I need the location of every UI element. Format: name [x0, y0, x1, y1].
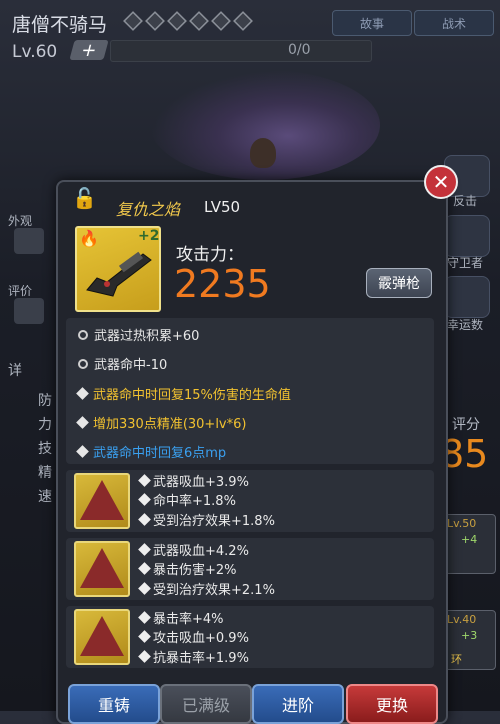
attribute-item: 武器命中时回复15%伤害的生命值: [76, 384, 291, 403]
exp-bar: [110, 40, 372, 62]
stat-defense: 防: [38, 393, 52, 409]
tab-battle[interactable]: 战术: [414, 10, 494, 36]
diamond-bullet-icon: [138, 513, 151, 526]
star-rating: [123, 11, 253, 31]
replace-button[interactable]: 更换: [346, 684, 438, 724]
gem-stat: 受到治疗效果+1.8%: [138, 510, 275, 529]
rank-diamond-icon: [145, 11, 165, 31]
gem-stat-text: 暴击伤害+2%: [153, 563, 237, 578]
gem-stat: 命中率+1.8%: [138, 490, 236, 509]
slot2-level: Lv.40: [447, 613, 477, 626]
upgrade-level: +2: [138, 228, 160, 244]
equip-slot-2[interactable]: Lv.40 +3 环: [440, 610, 496, 670]
gem-stat-text: 抗暴击率+1.9%: [153, 651, 249, 666]
gem-stat: 抗暴击率+1.9%: [138, 647, 249, 666]
gem-stat-text: 受到治疗效果+1.8%: [153, 514, 275, 529]
unlock-icon[interactable]: 🔓: [72, 186, 97, 210]
slot2-tag: 环: [451, 653, 462, 666]
sidebar-appearance-label: 外观: [8, 214, 33, 228]
attribute-item: 武器过热积累+60: [78, 325, 199, 344]
diamond-bullet-icon: [138, 630, 151, 643]
gem-stat: 武器吸血+3.9%: [138, 471, 249, 490]
chat-icon[interactable]: [14, 298, 44, 324]
gem-stat-text: 受到治疗效果+2.1%: [153, 583, 275, 598]
gem-stat-text: 暴击率+4%: [153, 612, 224, 627]
lucky-skill-icon[interactable]: [444, 276, 490, 318]
gem-stat: 暴击伤害+2%: [138, 559, 237, 578]
gem-stat: 受到治疗效果+2.1%: [138, 579, 275, 598]
stat-skill: 技: [38, 441, 52, 457]
weapon-level: LV50: [204, 198, 241, 216]
attribute-item: 武器命中时回复6点mp: [76, 442, 227, 461]
maxed-button: 已满级: [160, 684, 252, 724]
close-button[interactable]: ✕: [424, 165, 458, 199]
hero-avatar: [250, 138, 276, 168]
gear-icon: [78, 358, 88, 369]
hero-name: 唐僧不骑马: [12, 14, 108, 36]
attack-value: 2235: [174, 262, 271, 306]
fire-element-icon: 🔥: [79, 229, 99, 248]
slot2-plus: +3: [461, 629, 478, 642]
slot1-plus: +4: [461, 533, 478, 546]
rank-diamond-icon: [233, 11, 253, 31]
diamond-bullet-icon: [76, 416, 89, 429]
slot1-level: Lv.50: [447, 517, 477, 530]
weapon-type-badge: 霰弹枪: [366, 268, 432, 298]
attribute-text: 武器命中时回复15%伤害的生命值: [93, 388, 291, 403]
rank-diamond-icon: [189, 11, 209, 31]
stat-spirit: 精: [38, 465, 52, 481]
gem-stat: 暴击率+4%: [138, 608, 224, 627]
attribute-text: 武器命中-10: [94, 358, 168, 373]
rank-diamond-icon: [167, 11, 187, 31]
attribute-item: 武器命中-10: [78, 354, 167, 373]
stat-power: 力: [38, 417, 52, 433]
sidebar-detail-label: 详: [8, 363, 22, 379]
diamond-bullet-icon: [138, 474, 151, 487]
gem-stat-text: 武器吸血+3.9%: [153, 475, 249, 490]
shotgun-icon: [86, 251, 152, 297]
gem-stat-text: 武器吸血+4.2%: [153, 544, 249, 559]
diamond-bullet-icon: [138, 543, 151, 556]
rank-diamond-icon: [211, 11, 231, 31]
tab-story[interactable]: 故事: [332, 10, 412, 36]
advance-button[interactable]: 进阶: [252, 684, 344, 724]
gear-icon: [78, 329, 88, 340]
sidebar-review-label: 评价: [8, 284, 33, 298]
score-label: 评分: [452, 417, 480, 433]
attribute-text: 武器命中时回复6点mp: [93, 446, 227, 461]
attribute-item: 增加330点精准(30+lv*6): [76, 413, 247, 432]
weapon-name: 复仇之焰: [116, 200, 181, 219]
attribute-text: 增加330点精准(30+lv*6): [93, 417, 247, 432]
attribute-text: 武器过热积累+60: [94, 329, 200, 344]
equip-slot-1[interactable]: Lv.50 +4: [440, 514, 496, 574]
gem-stat: 攻击吸血+0.9%: [138, 627, 249, 646]
shirt-icon[interactable]: [14, 228, 44, 254]
hero-level: Lv.60: [12, 42, 58, 62]
add-exp-button[interactable]: +: [69, 40, 109, 61]
gem-stat-text: 攻击吸血+0.9%: [153, 631, 249, 646]
exp-text: 0/0: [288, 42, 311, 58]
diamond-bullet-icon: [76, 445, 89, 458]
diamond-bullet-icon: [138, 611, 151, 624]
rank-diamond-icon: [123, 11, 143, 31]
diamond-bullet-icon: [138, 582, 151, 595]
diamond-bullet-icon: [138, 562, 151, 575]
diamond-bullet-icon: [76, 387, 89, 400]
guardian-skill-icon[interactable]: [444, 215, 490, 257]
diamond-bullet-icon: [138, 493, 151, 506]
recast-button[interactable]: 重铸: [68, 684, 160, 724]
gem-stat-text: 命中率+1.8%: [153, 494, 236, 509]
gem-stat: 武器吸血+4.2%: [138, 540, 249, 559]
diamond-bullet-icon: [138, 650, 151, 663]
stat-speed: 速: [38, 489, 52, 505]
